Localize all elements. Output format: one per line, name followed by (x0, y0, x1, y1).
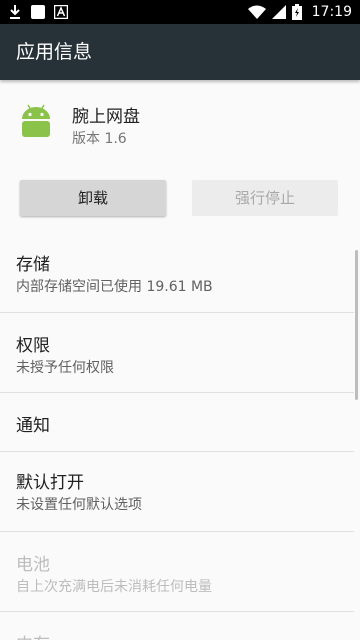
battery-icon (291, 4, 302, 20)
a-app-icon (54, 5, 68, 19)
uninstall-button[interactable]: 卸载 (20, 180, 166, 216)
notifications-title: 通知 (16, 416, 50, 436)
scrollbar[interactable] (355, 250, 358, 400)
page-title: 应用信息 (16, 41, 93, 63)
memory-item: 内存 (0, 612, 360, 640)
android-icon (22, 104, 50, 137)
app-bar: 应用信息 (0, 24, 360, 80)
permissions-summary: 未授予任何权限 (16, 360, 114, 376)
status-time: 17:19 (311, 4, 352, 20)
open-by-default-item[interactable]: 默认打开 未设置任何默认选项 (0, 452, 360, 532)
storage-summary: 内部存储空间已使用 19.61 MB (16, 279, 213, 295)
download-icon (10, 5, 20, 19)
battery-item: 电池 自上次充满电后未消耗任何电量 (0, 532, 360, 612)
square-app-icon (31, 5, 45, 19)
storage-item[interactable]: 存储 内部存储空间已使用 19.61 MB (0, 232, 360, 312)
notifications-item[interactable]: 通知 (0, 393, 360, 451)
battery-title: 电池 (16, 555, 50, 575)
open-by-default-title: 默认打开 (16, 473, 84, 493)
memory-title: 内存 (16, 630, 50, 640)
permissions-item[interactable]: 权限 未授予任何权限 (0, 313, 360, 393)
battery-summary: 自上次充满电后未消耗任何电量 (16, 579, 212, 595)
storage-title: 存储 (16, 255, 50, 275)
app-name: 腕上网盘 (72, 107, 140, 127)
signal-icon (271, 5, 286, 19)
app-version: 版本 1.6 (72, 131, 127, 147)
force-stop-button[interactable]: 强行停止 (192, 180, 338, 216)
status-bar: 17:19 (0, 0, 360, 24)
wifi-icon (247, 5, 266, 19)
app-header: 腕上网盘 版本 1.6 (0, 80, 360, 170)
permissions-title: 权限 (16, 336, 50, 356)
open-by-default-summary: 未设置任何默认选项 (16, 497, 142, 513)
